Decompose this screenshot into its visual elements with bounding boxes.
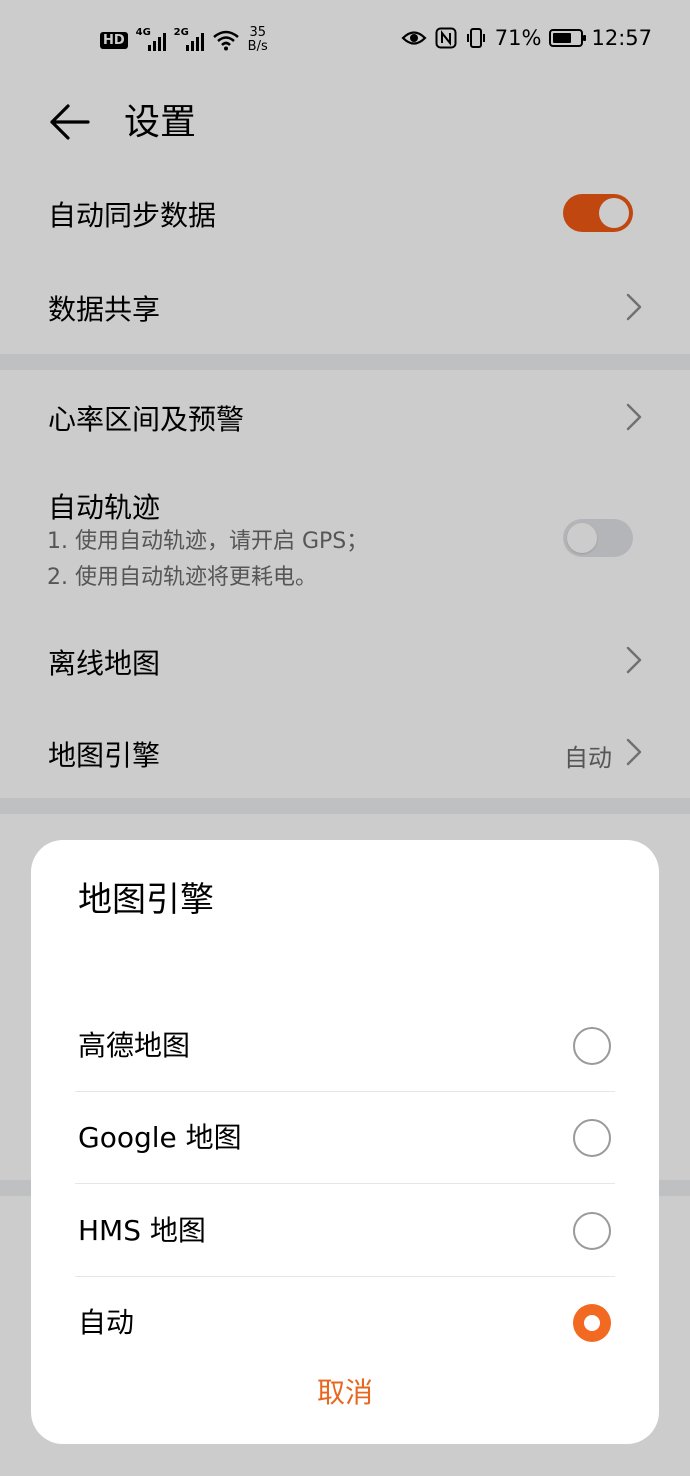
radio-button[interactable] xyxy=(573,1027,611,1065)
option-label: 自动 xyxy=(78,1306,135,1339)
map-engine-dialog: 地图引擎 高德地图 Google 地图 HMS 地图 自动 取消 xyxy=(31,840,659,1444)
option-amap[interactable]: 高德地图 xyxy=(75,1000,615,1092)
option-label: HMS 地图 xyxy=(78,1214,206,1247)
option-divider xyxy=(75,1183,615,1184)
option-label: Google 地图 xyxy=(78,1121,242,1154)
option-hms-map[interactable]: HMS 地图 xyxy=(75,1185,615,1277)
option-auto[interactable]: 自动 xyxy=(75,1277,615,1369)
option-label: 高德地图 xyxy=(78,1029,191,1062)
dialog-title: 地图引擎 xyxy=(78,880,214,920)
option-google-map[interactable]: Google 地图 xyxy=(75,1092,615,1184)
radio-button[interactable] xyxy=(573,1119,611,1157)
radio-button[interactable] xyxy=(573,1212,611,1250)
cancel-button[interactable]: 取消 xyxy=(245,1368,445,1418)
radio-button[interactable] xyxy=(573,1304,611,1342)
